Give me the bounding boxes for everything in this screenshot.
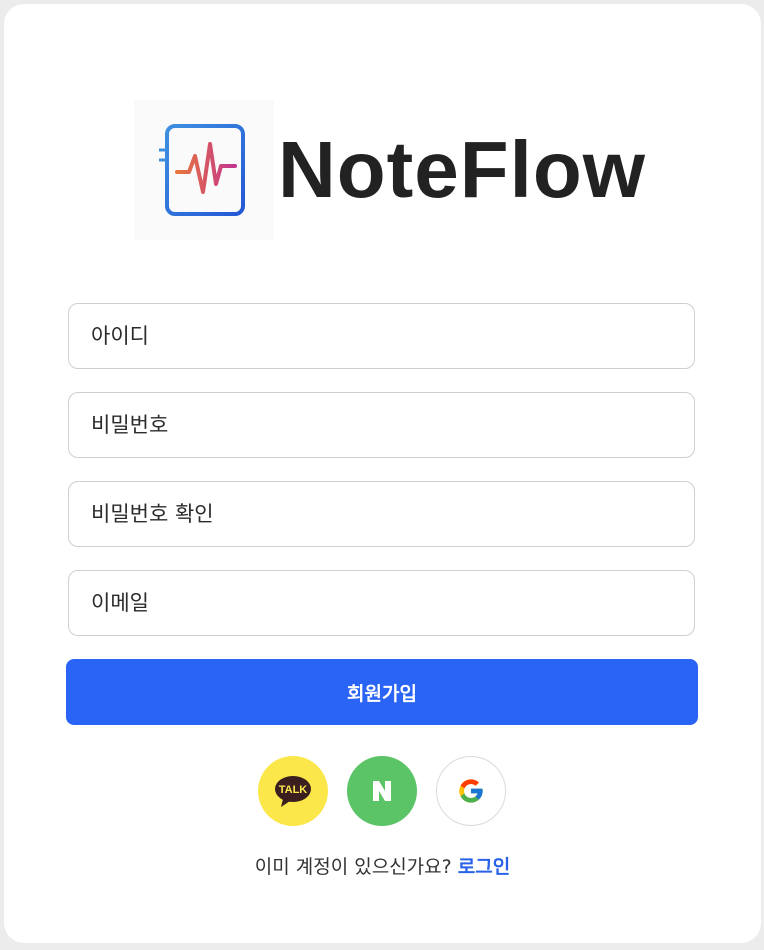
- kakao-login-button[interactable]: TALK: [258, 756, 328, 826]
- google-login-button[interactable]: [436, 756, 506, 826]
- password-input[interactable]: [91, 413, 672, 437]
- kakao-talk-label: TALK: [279, 784, 308, 796]
- notebook-waveform-icon: [134, 100, 274, 240]
- password-confirm-field[interactable]: [68, 481, 695, 547]
- id-input[interactable]: [91, 324, 672, 348]
- signup-button[interactable]: 회원가입: [66, 659, 698, 725]
- brand-logo: NoteFlow: [134, 98, 646, 242]
- login-question: 이미 계정이 있으신가요?: [254, 856, 452, 878]
- google-icon: [459, 779, 483, 803]
- email-input[interactable]: [91, 591, 672, 615]
- id-field[interactable]: [68, 303, 695, 369]
- email-field[interactable]: [68, 570, 695, 636]
- password-field[interactable]: [68, 392, 695, 458]
- naver-login-button[interactable]: [347, 756, 417, 826]
- password-confirm-input[interactable]: [91, 502, 672, 526]
- login-prompt: 이미 계정이 있으신가요? 로그인: [4, 852, 761, 879]
- signup-card: NoteFlow 회원가입 TALK 이미 계정이 있으신가요?: [4, 4, 761, 943]
- login-link[interactable]: 로그인: [458, 856, 510, 878]
- kakao-talk-icon: TALK: [275, 776, 311, 807]
- brand-name: NoteFlow: [278, 125, 646, 214]
- naver-icon: [373, 781, 391, 801]
